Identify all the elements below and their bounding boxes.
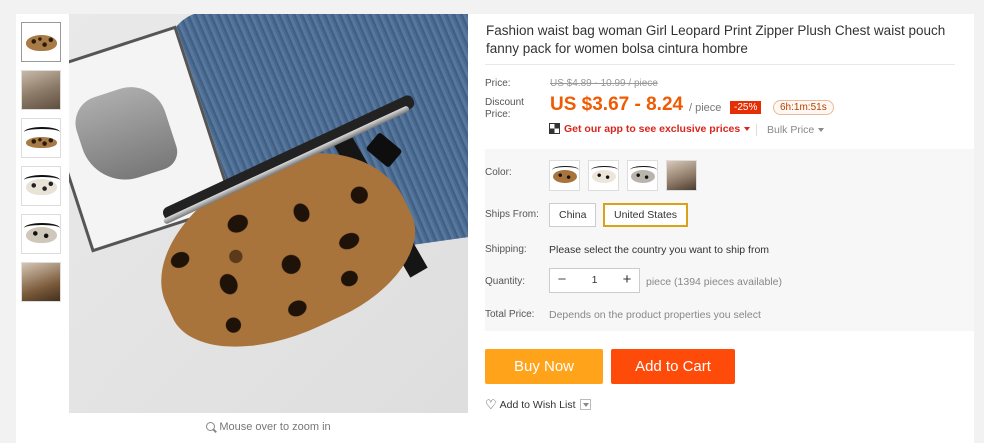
qr-code-icon bbox=[549, 123, 560, 134]
color-swatch-photo[interactable] bbox=[666, 160, 697, 191]
decrease-quantity-button[interactable]: − bbox=[550, 269, 574, 292]
increase-quantity-button[interactable]: + bbox=[615, 269, 639, 292]
main-product-image[interactable] bbox=[69, 14, 468, 413]
buy-now-button[interactable]: Buy Now bbox=[485, 349, 603, 384]
current-price: US $3.67 - 8.24 bbox=[550, 94, 684, 115]
color-label: Color: bbox=[485, 167, 512, 178]
total-price-label: Total Price: bbox=[485, 309, 535, 320]
ships-from-united-states[interactable]: United States bbox=[603, 203, 689, 227]
countdown-timer: 6h:1m:51s bbox=[773, 100, 834, 115]
heart-icon: ♡ bbox=[485, 397, 497, 412]
product-title: Fashion waist bag woman Girl Leopard Pri… bbox=[486, 23, 946, 56]
color-swatch-gray[interactable] bbox=[627, 160, 658, 191]
thumbnail-5[interactable] bbox=[21, 214, 61, 254]
shipping-label: Shipping: bbox=[485, 244, 527, 255]
add-to-wish-list[interactable]: ♡ Add to Wish List bbox=[485, 397, 591, 413]
ships-from-china[interactable]: China bbox=[549, 203, 597, 227]
thumbnail-1[interactable] bbox=[21, 22, 61, 62]
thumbnail-strip bbox=[21, 22, 61, 310]
chevron-down-icon[interactable] bbox=[579, 399, 591, 410]
chevron-down-icon bbox=[744, 127, 751, 131]
chevron-down-icon bbox=[818, 128, 825, 132]
quantity-label: Quantity: bbox=[485, 276, 526, 287]
search-icon bbox=[206, 422, 216, 431]
discount-price-label: Discount Price: bbox=[485, 97, 524, 120]
price-label: Price: bbox=[485, 78, 511, 89]
bulk-price-dropdown[interactable]: Bulk Price bbox=[756, 124, 825, 136]
add-to-cart-button[interactable]: Add to Cart bbox=[611, 349, 735, 384]
shipping-value: Please select the country you want to sh… bbox=[549, 244, 770, 256]
color-swatch-white[interactable] bbox=[588, 160, 619, 191]
divider bbox=[485, 64, 955, 65]
quantity-input[interactable]: 1 bbox=[574, 269, 615, 292]
thumbnail-3[interactable] bbox=[21, 118, 61, 158]
discount-badge: -25% bbox=[730, 101, 762, 114]
available-stock: piece (1394 pieces available) bbox=[646, 276, 783, 288]
thumbnail-2[interactable] bbox=[21, 70, 61, 110]
color-swatch-brown[interactable] bbox=[549, 160, 580, 191]
original-price: US $4.89 - 10.99 / piece bbox=[550, 78, 658, 89]
total-price-value: Depends on the product properties you se… bbox=[549, 309, 761, 321]
color-swatches bbox=[549, 160, 705, 191]
price-unit: / piece bbox=[689, 102, 722, 114]
thumbnail-4[interactable] bbox=[21, 166, 61, 206]
app-promo-link[interactable]: Get our app to see exclusive prices bbox=[549, 123, 751, 135]
return-policy-row bbox=[485, 436, 965, 443]
thumbnail-6[interactable] bbox=[21, 262, 61, 302]
ships-from-label: Ships From: bbox=[485, 209, 539, 220]
quantity-stepper: − 1 + bbox=[549, 268, 640, 293]
zoom-hint: Mouse over to zoom in bbox=[69, 421, 468, 433]
product-info: Fashion waist bag woman Girl Leopard Pri… bbox=[485, 14, 974, 62]
